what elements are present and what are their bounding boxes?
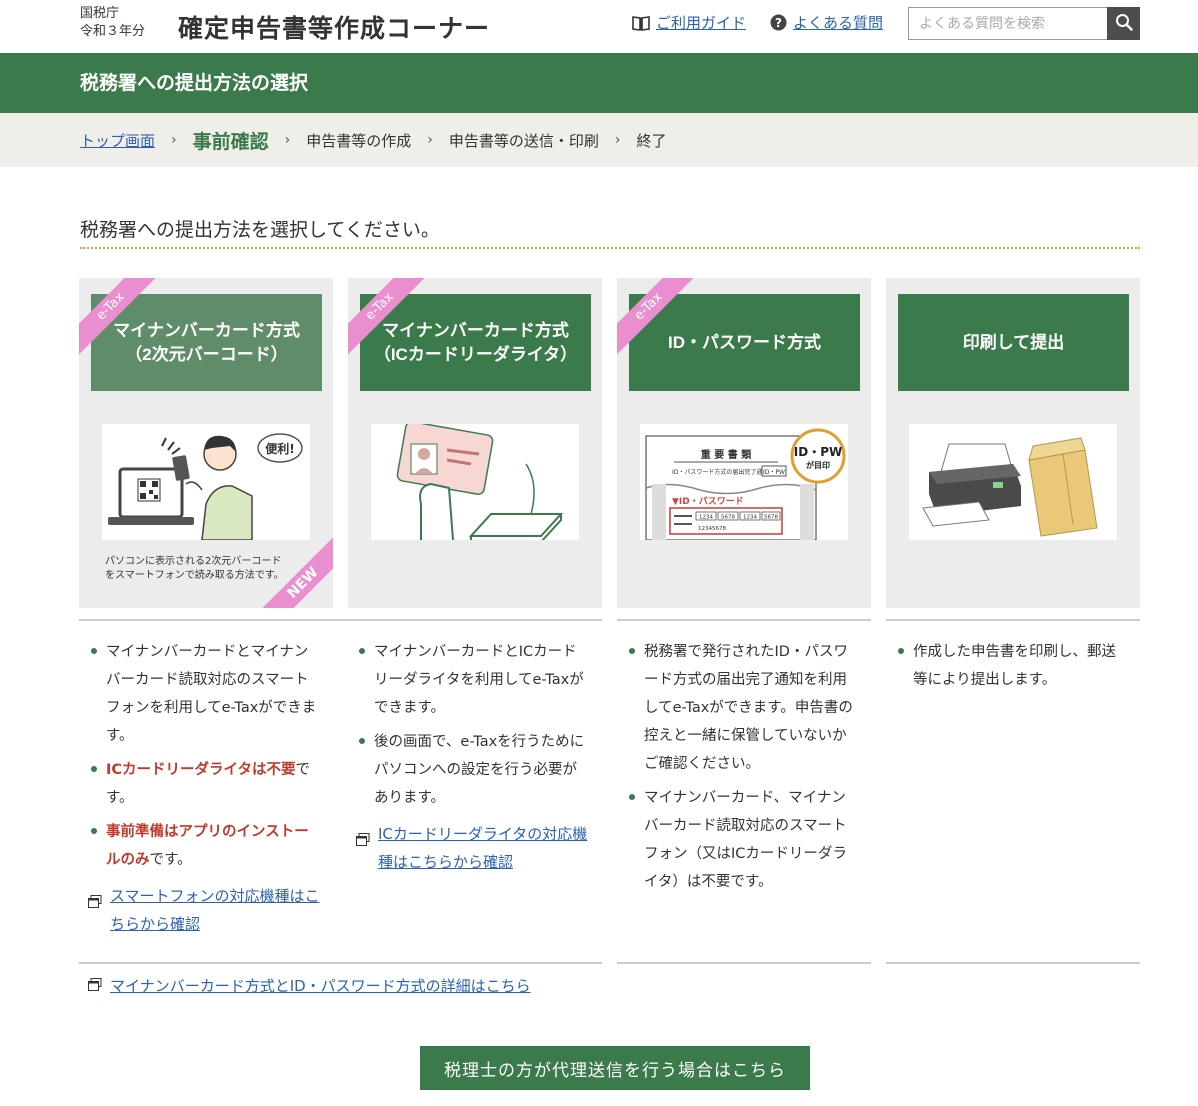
print-method-details: 作成した申告書を印刷し、郵送等により提出します。 [895, 638, 1127, 700]
section-divider [79, 962, 602, 964]
ic-reader-method-details: マイナンバーカードとICカードリーダライタを利用してe-Taxができます。 後の… [356, 638, 588, 876]
external-window-icon [356, 827, 370, 876]
qr-method-caption: パソコンに表示される2次元バーコード をスマートフォンで読み取る方法です。 [105, 555, 315, 583]
ic-reader-models-link[interactable]: ICカードリーダライタの対応機種はこちらから確認 [356, 820, 588, 876]
dotted-divider [80, 247, 1140, 249]
site-header: 国税庁 令和３年分 確定申告書等作成コーナー ご利用ガイド ? よくある質問 [0, 0, 1198, 53]
list-item: 作成した申告書を印刷し、郵送等により提出します。 [895, 638, 1127, 694]
section-divider [617, 962, 871, 964]
breadcrumb: トップ画面 › 事前確認 › 申告書等の作成 › 申告書等の送信・印刷 › 終了 [0, 113, 1198, 167]
breadcrumb-separator: › [614, 132, 621, 148]
agency-block: 国税庁 令和３年分 [80, 5, 145, 41]
doc-number: 1234 [699, 515, 713, 521]
list-item: マイナンバーカードとマイナンバーカード読取対応のスマートフォンを利用してe-Ta… [88, 638, 320, 750]
option-card-mynumber-qr[interactable]: マイナンバーカード方式 （2次元バーコード） e-Tax 便利! パソコンに表示… [79, 278, 333, 608]
instruction-text: 税務署への提出方法を選択してください。 [80, 219, 440, 241]
doc-number: 1234 [743, 515, 757, 521]
highlight-text: 事前準備はアプリのインストールのみ [106, 824, 309, 868]
svg-text:?: ? [775, 16, 782, 30]
qr-caption-line2: をスマートフォンで読み取る方法です。 [105, 570, 284, 581]
mynumber-reader-button-line1: マイナンバーカード方式 [382, 320, 569, 340]
section-divider [886, 962, 1140, 964]
search-button[interactable] [1107, 7, 1140, 40]
faq-search [908, 7, 1140, 40]
method-details-link[interactable]: マイナンバーカード方式とID・パスワード方式の詳細はこちら [88, 975, 531, 996]
id-password-notice-illustration: 重 要 書 類 ID・パスワード方式の届出完了通知 ID・PW ▼ID・パスワー… [640, 424, 848, 541]
mynumber-qr-button-line2: （2次元バーコード） [125, 344, 288, 364]
tax-year: 令和３年分 [80, 24, 146, 39]
mynumber-reader-button[interactable]: マイナンバーカード方式 （ICカードリーダライタ） [360, 294, 591, 391]
qr-method-details: マイナンバーカードとマイナンバーカード読取対応のスマートフォンを利用してe-Ta… [88, 638, 320, 938]
breadcrumb-current-step: 事前確認 [192, 130, 269, 153]
page-title: 税務署への提出方法の選択 [0, 53, 1198, 113]
doc-title: 重 要 書 類 [701, 448, 752, 461]
card-reader-illustration [371, 421, 579, 543]
faq-link[interactable]: ? よくある質問 [770, 12, 883, 33]
faq-link-label: よくある質問 [793, 14, 884, 32]
smartphone-qr-illustration: 便利! [102, 424, 310, 541]
smartphone-models-link-label: スマートフォンの対応機種はこちらから確認 [110, 887, 320, 933]
id-password-button[interactable]: ID・パスワード方式 [629, 294, 860, 391]
book-icon [632, 15, 650, 31]
option-card-id-password[interactable]: ID・パスワード方式 e-Tax 重 要 書 類 ID・パスワード方式の届出完了… [617, 278, 871, 608]
stamp-text: ID・PW [794, 445, 842, 459]
id-password-method-details: 税務署で発行されたID・パスワード方式の届出完了通知を利用してe-Taxができま… [626, 638, 856, 902]
list-item-text: です。 [149, 852, 192, 868]
list-item: 事前準備はアプリのインストールのみです。 [88, 818, 320, 874]
doc-number: 5678 [764, 515, 778, 521]
agency-name: 国税庁 [80, 6, 120, 21]
guide-link[interactable]: ご利用ガイド [632, 12, 746, 33]
search-icon [1115, 13, 1133, 34]
doc-id-number: 12345678 [698, 526, 726, 532]
mynumber-qr-button-line1: マイナンバーカード方式 [113, 320, 300, 340]
faq-search-input[interactable] [908, 7, 1107, 40]
breadcrumb-separator: › [171, 132, 177, 148]
qr-caption-line1: パソコンに表示される2次元バーコード [105, 556, 282, 567]
option-card-mynumber-reader[interactable]: マイナンバーカード方式 （ICカードリーダライタ） e-Tax [348, 278, 602, 608]
printer-envelope-illustration [909, 424, 1117, 540]
list-item: ICカードリーダライタは不要です。 [88, 756, 320, 812]
ic-reader-models-link-label: ICカードリーダライタの対応機種はこちらから確認 [378, 825, 588, 871]
question-icon: ? [770, 14, 787, 31]
method-details-link-label: マイナンバーカード方式とID・パスワード方式の詳細はこちら [110, 977, 531, 995]
highlight-text: ICカードリーダライタは不要 [106, 762, 296, 778]
external-window-icon [88, 889, 102, 938]
doc-subtitle: ID・パスワード方式の届出完了通知 [672, 468, 768, 476]
breadcrumb-separator: › [284, 132, 291, 148]
list-item: 後の画面で、e-Taxを行うためにパソコンへの設定を行う必要があります。 [356, 728, 588, 812]
list-item: 税務署で発行されたID・パスワード方式の届出完了通知を利用してe-Taxができま… [626, 638, 856, 778]
breadcrumb-step-create: 申告書等の作成 [306, 131, 412, 150]
smartphone-models-link[interactable]: スマートフォンの対応機種はこちらから確認 [88, 882, 320, 938]
list-item: マイナンバーカードとICカードリーダライタを利用してe-Taxができます。 [356, 638, 588, 722]
column-divider [886, 619, 1140, 621]
breadcrumb-top-link[interactable]: トップ画面 [80, 130, 155, 151]
option-card-print[interactable]: 印刷して提出 [886, 278, 1140, 608]
guide-link-label: ご利用ガイド [656, 14, 747, 32]
id-password-button-label: ID・パスワード方式 [668, 332, 821, 352]
print-submit-button[interactable]: 印刷して提出 [898, 294, 1129, 391]
mynumber-reader-button-line2: （ICカードリーダライタ） [373, 344, 578, 364]
external-window-icon [88, 977, 102, 995]
breadcrumb-step-end: 終了 [636, 131, 667, 150]
doc-id-label: ▼ID・パスワード [672, 495, 744, 507]
breadcrumb-separator: › [427, 132, 433, 148]
column-divider [79, 619, 602, 621]
breadcrumb-step-send: 申告書等の送信・印刷 [448, 131, 599, 150]
tax-accountant-proxy-button[interactable]: 税理士の方が代理送信を行う場合はこちら [420, 1046, 810, 1090]
list-item: マイナンバーカード、マイナンバーカード読取対応のスマートフォン（又はICカードリ… [626, 784, 856, 896]
column-divider [617, 619, 871, 621]
site-title[interactable]: 確定申告書等作成コーナー [178, 9, 490, 45]
doc-number: 5678 [721, 515, 735, 521]
doc-box-label: ID・PW [763, 469, 785, 476]
bubble-text: 便利! [265, 441, 294, 456]
mynumber-qr-button[interactable]: マイナンバーカード方式 （2次元バーコード） [91, 294, 322, 391]
print-submit-button-label: 印刷して提出 [962, 332, 1065, 352]
stamp-subtext: が目印 [806, 460, 830, 470]
